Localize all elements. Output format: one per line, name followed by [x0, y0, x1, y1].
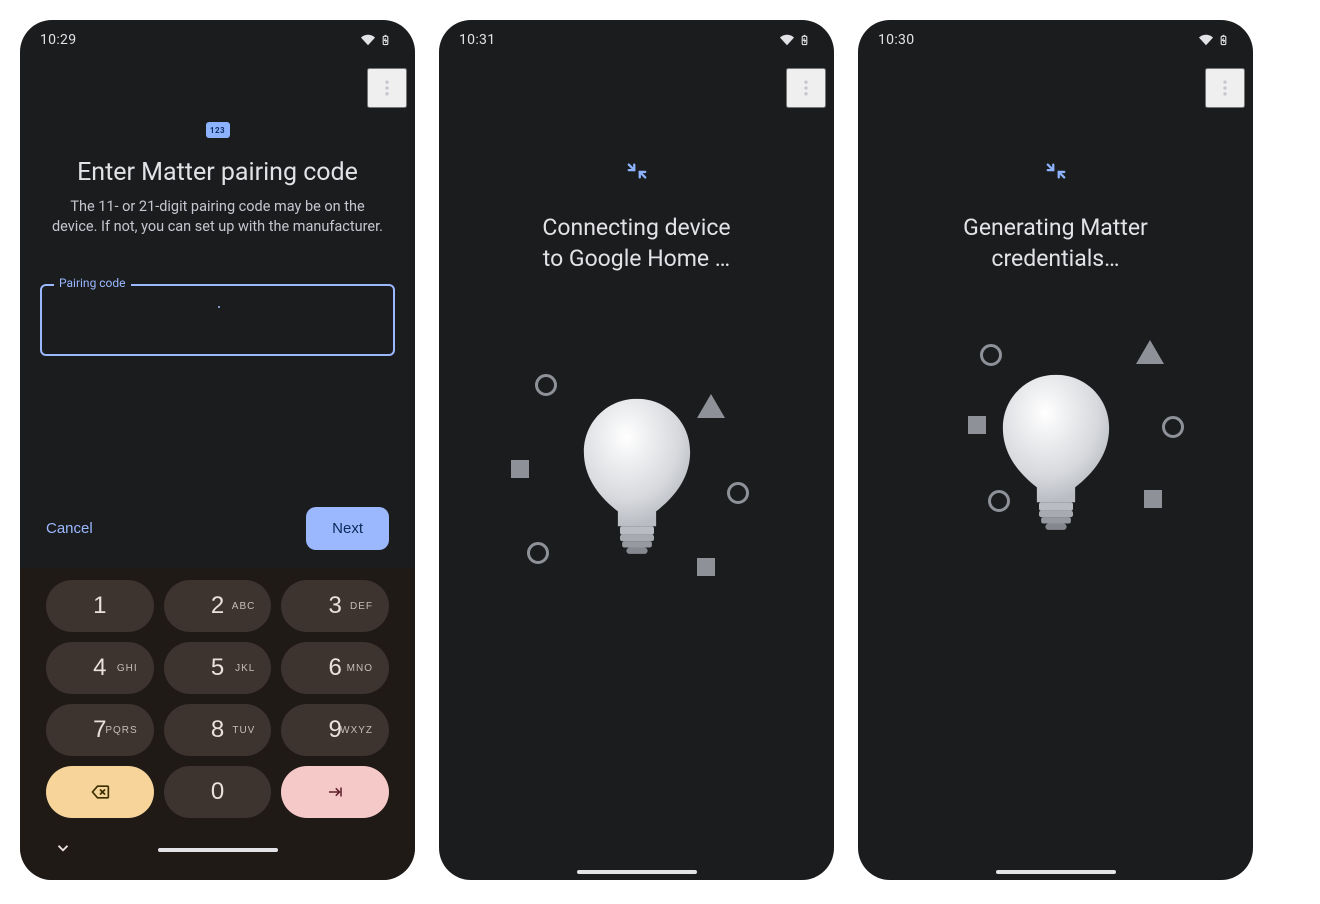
status-time: 10:29 — [40, 32, 76, 48]
home-indicator[interactable] — [996, 870, 1116, 874]
phone-screen-1: 10:29 123 Enter Matter pairing code The … — [20, 20, 415, 880]
pairing-code-field-wrap: Pairing code — [40, 284, 395, 356]
battery-icon — [380, 32, 391, 48]
overflow-menu-button[interactable] — [367, 68, 407, 108]
deco-square — [968, 416, 986, 434]
keypad-backspace[interactable] — [46, 766, 154, 818]
home-indicator[interactable] — [158, 848, 278, 852]
keypad-7[interactable]: 7PQRS — [46, 704, 154, 756]
status-time: 10:31 — [459, 32, 495, 48]
connecting-arrows-icon — [1042, 160, 1070, 186]
status-bar: 10:29 — [20, 20, 415, 60]
wifi-icon — [1198, 33, 1214, 47]
input-cursor — [218, 306, 220, 308]
pairing-code-input[interactable] — [40, 284, 395, 356]
deco-circle — [1162, 416, 1184, 438]
connecting-arrows-icon — [623, 160, 651, 186]
tab-arrow-icon — [322, 783, 348, 801]
pairing-code-label: Pairing code — [54, 276, 131, 290]
keypad-4[interactable]: 4GHI — [46, 642, 154, 694]
lightbulb-icon — [582, 399, 692, 569]
deco-circle — [727, 482, 749, 504]
deco-circle — [527, 542, 549, 564]
battery-icon — [1218, 32, 1229, 48]
status-bar: 10:31 — [439, 20, 834, 60]
lightbulb-icon — [1001, 375, 1111, 545]
deco-circle — [535, 374, 557, 396]
wifi-icon — [360, 33, 376, 47]
overflow-menu-button[interactable] — [786, 68, 826, 108]
status-icons — [360, 32, 391, 48]
content-area: Connecting device to Google Home … — [439, 60, 834, 880]
chevron-down-icon[interactable] — [54, 839, 72, 861]
keypad-bottom-bar — [46, 828, 389, 872]
keypad-6[interactable]: 6MNO — [281, 642, 389, 694]
keypad-0[interactable]: 0 — [164, 766, 272, 818]
cancel-button[interactable]: Cancel — [46, 520, 93, 537]
page-title: Enter Matter pairing code — [77, 158, 358, 187]
status-time: 10:30 — [878, 32, 914, 48]
page-title: Generating Matter credentials… — [878, 212, 1233, 274]
status-bar: 10:30 — [858, 20, 1253, 60]
status-icons — [1198, 32, 1229, 48]
deco-square — [511, 460, 529, 478]
battery-icon — [799, 32, 810, 48]
deco-square — [697, 558, 715, 576]
bulb-illustration — [916, 340, 1196, 600]
deco-triangle — [697, 394, 725, 418]
deco-square — [1144, 490, 1162, 508]
deco-circle — [980, 344, 1002, 366]
keypad-3[interactable]: 3DEF — [281, 580, 389, 632]
code-badge-icon: 123 — [206, 122, 230, 138]
bulb-illustration — [497, 364, 777, 624]
phone-screen-3: 10:30 Generating Matter credentials… — [858, 20, 1253, 880]
keypad-5[interactable]: 5JKL — [164, 642, 272, 694]
page-subtitle: The 11- or 21-digit pairing code may be … — [40, 197, 395, 236]
home-indicator[interactable] — [577, 870, 697, 874]
wifi-icon — [779, 33, 795, 47]
content-area: 123 Enter Matter pairing code The 11- or… — [20, 60, 415, 568]
keypad-8[interactable]: 8TUV — [164, 704, 272, 756]
numeric-keypad: 1 2ABC 3DEF 4GHI 5JKL 6MNO 7PQRS 8TUV 9W… — [20, 568, 415, 880]
content-area: Generating Matter credentials… — [858, 60, 1253, 880]
status-icons — [779, 32, 810, 48]
keypad-2[interactable]: 2ABC — [164, 580, 272, 632]
next-button[interactable]: Next — [306, 507, 389, 550]
overflow-menu-button[interactable] — [1205, 68, 1245, 108]
keypad-enter[interactable] — [281, 766, 389, 818]
action-row: Cancel Next — [40, 507, 395, 568]
deco-triangle — [1136, 340, 1164, 364]
phone-screen-2: 10:31 Connecting device to Google Home … — [439, 20, 834, 880]
backspace-icon — [87, 782, 113, 802]
keypad-1[interactable]: 1 — [46, 580, 154, 632]
page-title: Connecting device to Google Home … — [522, 212, 750, 274]
keypad-9[interactable]: 9WXYZ — [281, 704, 389, 756]
